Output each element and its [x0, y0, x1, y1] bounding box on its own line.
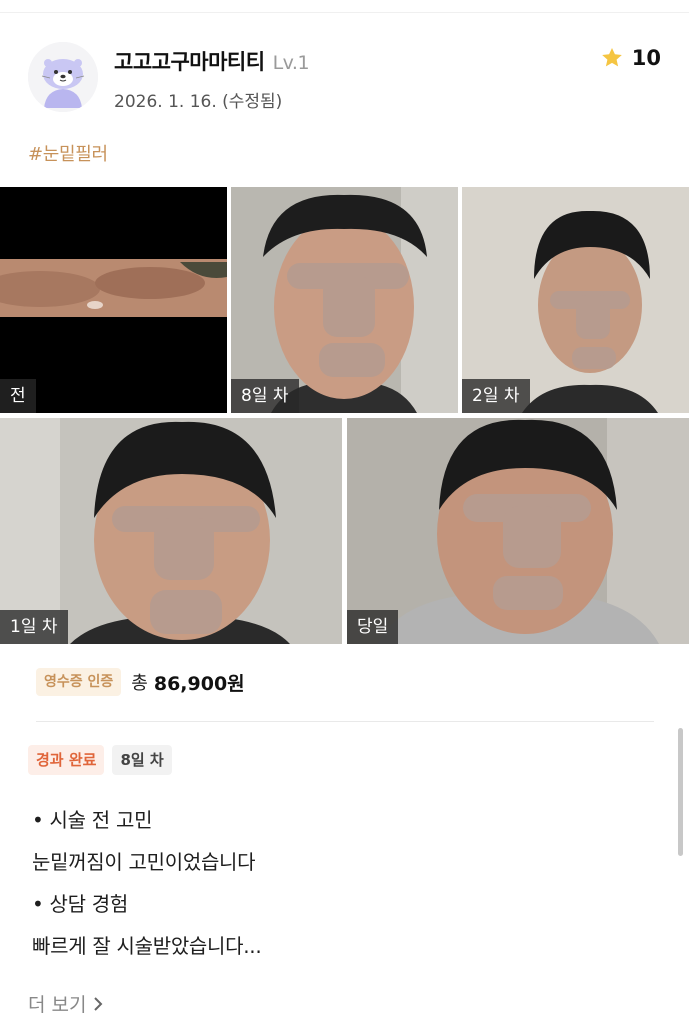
- receipt-amount: 86,900원: [153, 672, 245, 695]
- star-icon: [601, 48, 622, 67]
- receipt-total-label: 총: [131, 673, 148, 694]
- photo-before[interactable]: 전: [0, 187, 227, 413]
- rating-value: 10: [631, 46, 661, 70]
- receipt-row: 영수증 인증 총 86,900원: [36, 668, 245, 696]
- post-header: 고고고구마마티티 Lv.1 2026. 1. 16. (수정됨) 10: [28, 40, 661, 116]
- hashtag[interactable]: #눈밑필러: [28, 140, 108, 166]
- receipt-verified-badge: 영수증 인증: [36, 668, 122, 696]
- status-row: 경과 완료 8일 차: [28, 745, 172, 775]
- author-level: Lv.1: [272, 52, 310, 74]
- rating: 10: [600, 46, 661, 70]
- photo-same-day-image: [347, 418, 689, 644]
- post-date: 2026. 1. 16. (수정됨): [114, 92, 283, 112]
- scrollbar[interactable]: [678, 728, 683, 856]
- photo-day1[interactable]: 1일 차: [0, 418, 342, 644]
- more-link[interactable]: 더 보기: [28, 990, 104, 1017]
- progress-complete-badge: 경과 완료: [28, 745, 105, 775]
- photo-day8[interactable]: 8일 차: [231, 187, 458, 413]
- photo-label: 당일: [347, 610, 399, 644]
- photo-day2[interactable]: 2일 차: [462, 187, 689, 413]
- section-divider: [36, 721, 654, 722]
- author-name-text: 고고고구마마티티: [114, 50, 265, 74]
- photo-label: 8일 차: [231, 379, 299, 413]
- review-line: • 상담 경험: [32, 892, 129, 916]
- photo-label: 1일 차: [0, 610, 68, 644]
- photo-label: 전: [0, 379, 36, 413]
- photo-label: 2일 차: [462, 379, 530, 413]
- more-link-label: 더 보기: [28, 994, 87, 1016]
- review-line: 빠르게 잘 시술받았습니다...: [32, 934, 262, 958]
- review-line: 눈밑꺼짐이 고민이었습니다: [32, 850, 256, 874]
- day-badge: 8일 차: [112, 745, 172, 775]
- otter-avatar-icon[interactable]: [28, 42, 98, 112]
- chevron-right-icon: [94, 996, 103, 1011]
- author-name[interactable]: 고고고구마마티티 Lv.1: [114, 46, 310, 76]
- photo-same-day[interactable]: 당일: [347, 418, 689, 644]
- review-line: • 시술 전 고민: [32, 808, 153, 832]
- top-divider: [0, 12, 689, 13]
